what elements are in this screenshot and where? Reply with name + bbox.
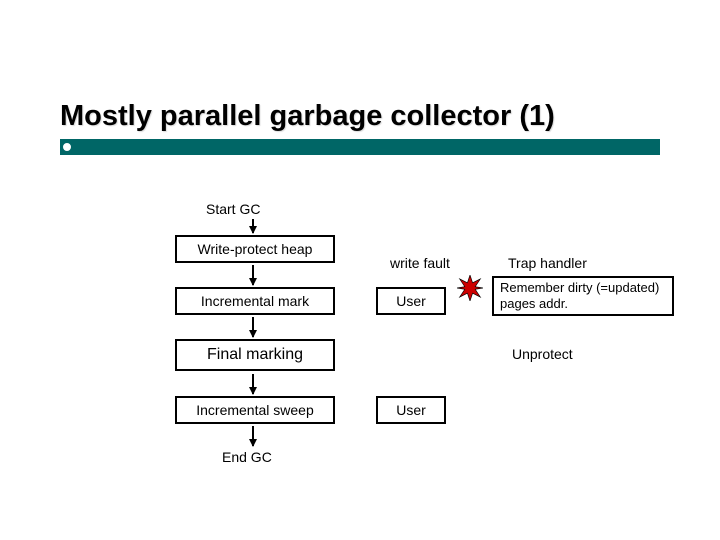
trap-handler-label: Trap handler	[508, 255, 587, 271]
slide-header: Mostly parallel garbage collector (1)	[60, 100, 660, 155]
user-box-2: User	[376, 396, 446, 424]
arrow-down-3	[252, 317, 254, 337]
title-underline	[60, 139, 660, 155]
arrow-down-4	[252, 374, 254, 394]
incremental-sweep-box: Incremental sweep	[175, 396, 335, 424]
write-protect-heap-box: Write-protect heap	[175, 235, 335, 263]
arrow-down-1	[252, 219, 254, 233]
write-fault-label: write fault	[390, 255, 450, 271]
end-gc-label: End GC	[222, 449, 272, 465]
title-bullet-circle	[60, 140, 74, 154]
remember-dirty-box: Remember dirty (=updated) pages addr.	[492, 276, 674, 316]
arrow-down-5	[252, 426, 254, 446]
starburst-icon	[457, 275, 483, 301]
unprotect-label: Unprotect	[512, 346, 573, 362]
user-box-1: User	[376, 287, 446, 315]
arrow-down-2	[252, 265, 254, 285]
final-marking-box: Final marking	[175, 339, 335, 371]
start-gc-label: Start GC	[206, 201, 260, 217]
incremental-mark-box: Incremental mark	[175, 287, 335, 315]
slide-title: Mostly parallel garbage collector (1)	[60, 100, 660, 133]
